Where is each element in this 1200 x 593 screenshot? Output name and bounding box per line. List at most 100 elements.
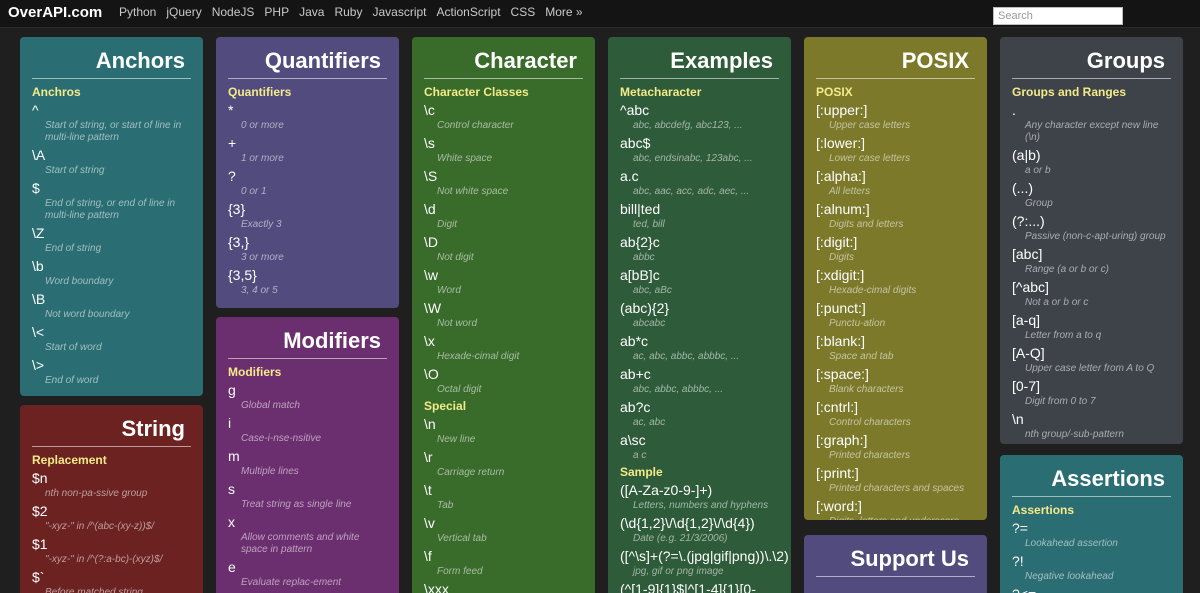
cheat-item[interactable]: \v Vertical tab [424, 515, 583, 545]
nav-link-ruby[interactable]: Ruby [334, 5, 362, 19]
cheat-item[interactable]: (a|b) a or b [1012, 147, 1171, 177]
cheat-item[interactable]: \t Tab [424, 482, 583, 512]
cheat-item[interactable]: \c Control character [424, 102, 583, 132]
nav-link-python[interactable]: Python [119, 5, 156, 19]
cheat-item[interactable]: [A-Q] Upper case letter from A to Q [1012, 345, 1171, 375]
cheat-item[interactable]: \x Hexade-cimal digit [424, 333, 583, 363]
item-code: [:print:] [816, 465, 859, 481]
cheat-item[interactable]: ?! Negative lookahead [1012, 553, 1171, 583]
cheat-item[interactable]: [:digit:] Digits [816, 234, 975, 264]
item-description: Digit [437, 219, 458, 230]
cheat-item[interactable]: (...) Group [1012, 180, 1171, 210]
cheat-item[interactable]: (^[1-9]{1}$|^[1-4]{1}[0- [620, 581, 779, 593]
cheat-item[interactable]: [:word:] Digits, letters and underscore [816, 498, 975, 520]
cheat-item[interactable]: x Allow comments and white space in patte… [228, 514, 387, 556]
cheat-item[interactable]: [:alpha:] All letters [816, 168, 975, 198]
cheat-item[interactable]: \d Digit [424, 201, 583, 231]
search-input[interactable] [993, 7, 1123, 25]
cheat-item[interactable]: s Treat string as single line [228, 481, 387, 511]
cheat-item[interactable]: \A Start of string [32, 147, 191, 177]
cheat-item[interactable]: {3} Exactly 3 [228, 201, 387, 231]
item-description: Date (e.g. 21/3/2006) [633, 533, 728, 544]
item-description: End of string, or end of line in multi-l… [45, 198, 176, 221]
cheat-item[interactable]: [a-q] Letter from a to q [1012, 312, 1171, 342]
cheat-item[interactable]: [:xdigit:] Hexade-cimal digits [816, 267, 975, 297]
cheat-item[interactable]: \< Start of word [32, 324, 191, 354]
cheat-item[interactable]: \f Form feed [424, 548, 583, 578]
cheat-item[interactable]: \n New line [424, 416, 583, 446]
card-assertions: Assertions Assertions ?= Lookahead assertio… [1000, 455, 1183, 593]
cheat-item[interactable]: [0-7] Digit from 0 to 7 [1012, 378, 1171, 408]
cheat-item[interactable]: \b Word boundary [32, 258, 191, 288]
card-string: String Replacement $n nth non-pa-ssive grou… [20, 405, 203, 593]
cheat-item[interactable]: a[bB]c abc, aBc [620, 267, 779, 297]
cheat-item[interactable]: $1 "-xyz-" in /^(?:a-bc)-(xyz)$/ [32, 536, 191, 566]
cheat-item[interactable]: ([^\s]+(?=\.(jpg|gif|png))\.\2) jpg, gif … [620, 548, 789, 578]
cheat-item[interactable]: ^ Start of string, or start of line in mu… [32, 102, 191, 144]
cheat-item[interactable]: ab*c ac, abc, abbc, abbbc, ... [620, 333, 779, 363]
cheat-item[interactable]: [^abc] Not a or b or c [1012, 279, 1171, 309]
cheat-item[interactable]: a.c abc, aac, acc, adc, aec, ... [620, 168, 779, 198]
section-heading: Quantifiers [228, 85, 292, 99]
cheat-item[interactable]: $n nth non-pa-ssive group [32, 470, 191, 500]
cheat-item[interactable]: [:lower:] Lower case letters [816, 135, 975, 165]
cheat-item[interactable]: ^abc abc, abcdefg, abc123, ... [620, 102, 779, 132]
cheat-item[interactable]: {3,5} 3, 4 or 5 [228, 267, 387, 297]
cheat-item[interactable]: i Case-i-nse-nsitive [228, 415, 387, 445]
cheat-item[interactable]: * 0 or more [228, 102, 387, 132]
cheat-item[interactable]: \xxxOctal character xxx [424, 581, 583, 593]
cheat-item[interactable]: ([A-Za-z0-9-]+) Letters, numbers and hyph… [620, 482, 779, 512]
cheat-item[interactable]: [:upper:] Upper case letters [816, 102, 975, 132]
cheat-item[interactable]: \Z End of string [32, 225, 191, 255]
cheat-item[interactable]: [:graph:] Printed characters [816, 432, 975, 462]
nav-link-jquery[interactable]: jQuery [166, 5, 201, 19]
nav-link-php[interactable]: PHP [264, 5, 289, 19]
nav-link-nodejs[interactable]: NodeJS [212, 5, 255, 19]
nav-link-css[interactable]: CSS [511, 5, 536, 19]
cheat-item[interactable]: (abc){2} abcabc [620, 300, 779, 330]
cheat-item[interactable]: ? 0 or 1 [228, 168, 387, 198]
cheat-item[interactable]: \B Not word boundary [32, 291, 191, 321]
cheat-item[interactable]: \> End of word [32, 357, 191, 387]
cheat-item[interactable]: [:print:] Printed characters and spaces [816, 465, 975, 495]
cheat-item[interactable]: . Any character except new line (\n) [1012, 102, 1171, 144]
cheat-item[interactable]: (?:...) Passive (non-c-apt-uring) group [1012, 213, 1171, 243]
cheat-item[interactable]: \n nth group/-sub-pattern [1012, 411, 1171, 441]
cheat-item[interactable]: g Global match [228, 382, 387, 412]
cheat-item[interactable]: e Evaluate replac-ement [228, 559, 387, 589]
cheat-item[interactable]: ?<= [1012, 586, 1171, 593]
site-logo[interactable]: OverAPI.com [8, 4, 102, 21]
cheat-item[interactable]: [:alnum:] Digits and letters [816, 201, 975, 231]
nav-link-java[interactable]: Java [299, 5, 324, 19]
cheat-item[interactable]: $` Before matched string [32, 569, 191, 593]
cheat-item[interactable]: m Multiple lines [228, 448, 387, 478]
cheat-item[interactable]: ab+c abc, abbc, abbbc, ... [620, 366, 779, 396]
nav-link-actionscript[interactable]: ActionScript [437, 5, 501, 19]
cheat-item[interactable]: ?= Lookahead assertion [1012, 520, 1171, 550]
nav-link-javascript[interactable]: Javascript [372, 5, 426, 19]
cheat-item[interactable]: \w Word [424, 267, 583, 297]
cheat-item[interactable]: \r Carriage return [424, 449, 583, 479]
cheat-item[interactable]: ab{2}c abbc [620, 234, 779, 264]
cheat-item[interactable]: \S Not white space [424, 168, 583, 198]
cheat-item[interactable]: (\d{1,2}\/\d{1,2}\/\d{4}) Date (e.g. 21/3… [620, 515, 779, 545]
cheat-item[interactable]: $2 "-xyz-" in /^(abc-(xy-z))$/ [32, 503, 191, 533]
cheat-item[interactable]: $ End of string, or end of line in multi-… [32, 180, 191, 222]
cheat-item[interactable]: [:space:] Blank characters [816, 366, 975, 396]
cheat-item[interactable]: [abc] Range (a or b or c) [1012, 246, 1171, 276]
cheat-item[interactable]: \W Not word [424, 300, 583, 330]
cheat-item[interactable]: [:cntrl:] Control characters [816, 399, 975, 429]
cheat-item[interactable]: {3,} 3 or more [228, 234, 387, 264]
cheat-item[interactable]: ab?c ac, abc [620, 399, 779, 429]
cheat-item[interactable]: \O Octal digit [424, 366, 583, 396]
section-heading: Replacement [32, 453, 107, 467]
cheat-item[interactable]: +1 or more [228, 135, 387, 165]
cheat-item[interactable]: a\sc a c [620, 432, 779, 462]
cheat-item[interactable]: abc$ abc, endsinabc, 123abc, ... [620, 135, 779, 165]
cheat-item[interactable]: bill|ted ted, bill [620, 201, 779, 231]
cheat-item[interactable]: [:punct:] Punctu-ation [816, 300, 975, 330]
cheat-item[interactable]: \s White space [424, 135, 583, 165]
cheat-item[interactable]: \D Not digit [424, 234, 583, 264]
nav-link-more[interactable]: More » [545, 5, 582, 19]
cheat-item[interactable]: [:blank:] Space and tab [816, 333, 975, 363]
